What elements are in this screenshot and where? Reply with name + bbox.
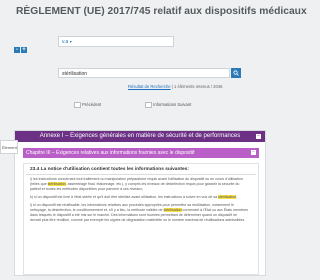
search-icon xyxy=(233,70,239,76)
search-highlight: stérilisation xyxy=(47,182,66,186)
previous-icon xyxy=(74,102,81,108)
paragraph-l: l) si un dispositif est réutilisable, le… xyxy=(24,201,258,224)
chapter-header[interactable]: Chapitre III – Exigences relatives aux i… xyxy=(23,148,259,158)
paragraph-text: ; xyxy=(236,195,238,199)
results-count: 1 éléments retenus / 2046 xyxy=(174,84,223,89)
previous-label: Précédent xyxy=(82,102,102,108)
chevron-down-icon: ▾ xyxy=(69,39,72,44)
paragraph-i: i) les instructions concernant tout trai… xyxy=(24,175,258,193)
side-tab[interactable]: Éléments xyxy=(0,140,18,154)
paragraph-text: k) si un dispositif est livré à l'état s… xyxy=(30,195,219,199)
section-title: 23.4 La notice d'utilisation contient to… xyxy=(26,164,256,175)
annex-header[interactable]: Annexe I – Exigences générales en matièr… xyxy=(15,131,265,142)
search-highlight: stérilisation xyxy=(218,195,237,199)
collapse-icon[interactable]: − xyxy=(251,150,256,155)
annex-panel: Annexe I – Exigences générales en matièr… xyxy=(14,130,266,276)
collapse-icon[interactable]: − xyxy=(256,134,261,139)
next-icon xyxy=(145,102,152,108)
previous-nav[interactable]: Précédent xyxy=(74,102,101,108)
search-button[interactable] xyxy=(231,68,241,78)
annex-header-title: Annexe I – Exigences générales en matièr… xyxy=(39,133,241,139)
language-select-value: v.a xyxy=(62,39,69,45)
results-back-link[interactable]: Résultat de Recherche xyxy=(128,84,171,89)
next-label: Informations Suivant xyxy=(153,102,192,108)
results-summary: Résultat de Recherche | 1 éléments reten… xyxy=(128,84,222,89)
page-title: RÈGLEMENT (UE) 2017/745 relatif aux disp… xyxy=(16,6,307,17)
chapter-title: Chapitre III – Exigences relatives aux i… xyxy=(26,150,195,156)
search-highlight: stérilisation xyxy=(163,208,182,212)
language-select[interactable]: v.a ▾ xyxy=(58,36,174,47)
expand-button[interactable]: + xyxy=(21,47,27,53)
section-content: 23.4 La notice d'utilisation contient to… xyxy=(23,163,259,275)
search-input[interactable]: stérilisation xyxy=(58,68,230,78)
next-nav[interactable]: Informations Suivant xyxy=(145,102,191,108)
collapse-button[interactable]: - xyxy=(14,47,20,53)
paragraph-k: k) si un dispositif est livré à l'état s… xyxy=(24,193,258,201)
